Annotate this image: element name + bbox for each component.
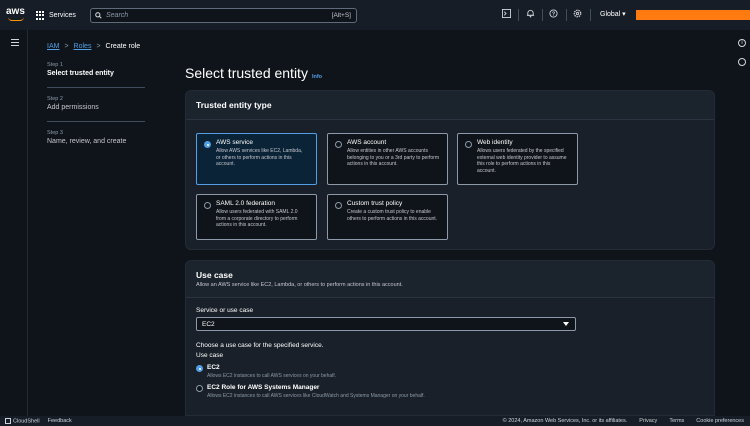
search-placeholder: Search bbox=[106, 12, 129, 19]
svg-text:?: ? bbox=[552, 11, 555, 17]
use-case-label: Use case bbox=[196, 352, 224, 359]
step-label: Name, review, and create bbox=[47, 138, 127, 145]
use-case-body: Service or use case EC2 Choose a use cas… bbox=[196, 307, 706, 399]
tile-title: AWS service bbox=[216, 139, 253, 146]
privacy-link[interactable]: Privacy bbox=[639, 418, 657, 424]
breadcrumb-current: Create role bbox=[105, 43, 141, 50]
step-number: Step 2 bbox=[47, 96, 63, 102]
nav-divider bbox=[518, 9, 519, 21]
page-title-text: Select trusted entity bbox=[185, 65, 308, 81]
step-label: Add permissions bbox=[47, 104, 99, 111]
option-title: EC2 bbox=[207, 364, 220, 371]
step-divider bbox=[47, 87, 145, 88]
tile-web-identity[interactable]: Web identity Allows users federated by t… bbox=[457, 133, 578, 185]
feedback-link[interactable]: Feedback bbox=[48, 418, 72, 424]
search-input[interactable]: Search [Alt+S] bbox=[90, 8, 357, 23]
clock-icon[interactable] bbox=[738, 58, 746, 66]
step-divider bbox=[47, 121, 145, 122]
nav-divider bbox=[590, 9, 591, 21]
use-case-option-ec2-ssm[interactable]: EC2 Role for AWS Systems Manager Allows … bbox=[196, 384, 706, 399]
info-link[interactable]: Info bbox=[312, 74, 322, 80]
use-case-panel: Use case Allow an AWS service like EC2, … bbox=[185, 260, 715, 416]
terminal-icon bbox=[5, 418, 11, 424]
option-description: Allows EC2 instances to call AWS service… bbox=[207, 373, 337, 379]
tile-aws-account[interactable]: AWS account Allow entities in other AWS … bbox=[327, 133, 448, 185]
step-1: Step 1 Select trusted entity bbox=[47, 62, 147, 77]
info-icon[interactable]: i bbox=[738, 39, 746, 47]
wizard-steps: Step 1 Select trusted entity Step 2 Add … bbox=[47, 62, 147, 155]
use-case-option-ec2[interactable]: EC2 Allows EC2 instances to call AWS ser… bbox=[196, 364, 706, 379]
caret-down-icon bbox=[563, 322, 569, 326]
step-number: Step 1 bbox=[47, 62, 63, 68]
radio-button[interactable] bbox=[204, 202, 211, 209]
services-label: Services bbox=[49, 12, 76, 19]
step-2: Step 2 Add permissions bbox=[47, 96, 147, 111]
step-number: Step 3 bbox=[47, 130, 63, 136]
services-button[interactable]: Services bbox=[36, 8, 76, 23]
chevron-right-icon: > bbox=[96, 43, 101, 50]
cloudshell-label: CloudShell bbox=[13, 418, 40, 425]
service-select[interactable]: EC2 bbox=[196, 317, 576, 331]
tile-title: SAML 2.0 federation bbox=[216, 200, 276, 207]
tile-custom-trust-policy[interactable]: Custom trust policy Create a custom trus… bbox=[327, 194, 448, 240]
radio-button[interactable] bbox=[335, 202, 342, 209]
search-shortcut: [Alt+S] bbox=[331, 12, 351, 19]
option-title: EC2 Role for AWS Systems Manager bbox=[207, 384, 320, 391]
gear-icon[interactable] bbox=[571, 9, 584, 22]
step-3: Step 3 Name, review, and create bbox=[47, 130, 147, 145]
radio-button[interactable] bbox=[465, 141, 472, 148]
tile-description: Create a custom trust policy to enable o… bbox=[347, 209, 438, 222]
tile-description: Allow users federated with SAML 2.0 from… bbox=[216, 209, 298, 228]
step-label: Select trusted entity bbox=[47, 70, 114, 77]
aws-logo[interactable]: aws bbox=[6, 7, 28, 23]
grid-icon bbox=[36, 11, 45, 20]
hamburger-menu-icon[interactable] bbox=[11, 39, 19, 46]
service-select-value: EC2 bbox=[202, 321, 215, 328]
tile-saml-federation[interactable]: SAML 2.0 federation Allow users federate… bbox=[196, 194, 317, 240]
bell-icon[interactable] bbox=[524, 9, 537, 22]
tile-title: AWS account bbox=[347, 139, 387, 146]
aws-logo-text: aws bbox=[6, 6, 25, 17]
search-icon bbox=[95, 12, 102, 19]
top-navigation: aws Services Search [Alt+S] ? Global ▾ bbox=[0, 0, 750, 30]
terms-link[interactable]: Terms bbox=[669, 418, 684, 424]
tile-description: Allow entities in other AWS accounts bel… bbox=[347, 148, 439, 167]
help-icon[interactable]: ? bbox=[547, 9, 560, 22]
cloudshell-icon[interactable] bbox=[500, 9, 513, 22]
page-title: Select trusted entity Info bbox=[185, 65, 322, 81]
option-description: Allows EC2 instances to call AWS service… bbox=[207, 393, 425, 399]
region-selector[interactable]: Global ▾ bbox=[600, 10, 626, 18]
breadcrumb-roles-link[interactable]: Roles bbox=[74, 43, 92, 50]
radio-button[interactable] bbox=[196, 385, 203, 392]
cloudshell-link[interactable]: CloudShell bbox=[5, 418, 40, 424]
right-rail: i bbox=[734, 30, 750, 416]
left-rail bbox=[0, 30, 28, 416]
tile-aws-service[interactable]: AWS service Allow AWS services like EC2,… bbox=[196, 133, 317, 185]
radio-button[interactable] bbox=[196, 365, 203, 372]
footer: CloudShell Feedback © 2024, Amazon Web S… bbox=[0, 416, 750, 426]
tile-title: Custom trust policy bbox=[347, 200, 403, 207]
service-field-label: Service or use case bbox=[196, 307, 254, 314]
panel-header: Use case Allow an AWS service like EC2, … bbox=[186, 261, 714, 298]
nav-divider bbox=[542, 9, 543, 21]
panel-header: Trusted entity type bbox=[186, 91, 714, 120]
breadcrumb-iam-link[interactable]: IAM bbox=[47, 43, 59, 50]
use-case-instruction: Choose a use case for the specified serv… bbox=[196, 342, 324, 349]
nav-divider bbox=[566, 9, 567, 21]
chevron-right-icon: > bbox=[64, 43, 69, 50]
tile-title: Web identity bbox=[477, 139, 513, 146]
tile-description: Allows users federated by the specified … bbox=[477, 148, 567, 174]
panel-title: Use case bbox=[196, 270, 233, 280]
radio-button[interactable] bbox=[204, 141, 211, 148]
panel-subtitle: Allow an AWS service like EC2, Lambda, o… bbox=[196, 282, 403, 288]
cookie-preferences-link[interactable]: Cookie preferences bbox=[696, 418, 744, 424]
copyright-text: © 2024, Amazon Web Services, Inc. or its… bbox=[502, 418, 628, 424]
radio-button[interactable] bbox=[335, 141, 342, 148]
tile-description: Allow AWS services like EC2, Lambda, or … bbox=[216, 148, 303, 167]
trusted-entity-panel: Trusted entity type AWS service Allow AW… bbox=[185, 90, 715, 250]
breadcrumb: IAM > Roles > Create role bbox=[47, 43, 140, 50]
account-menu[interactable] bbox=[636, 10, 750, 20]
aws-smile-icon bbox=[8, 17, 24, 21]
